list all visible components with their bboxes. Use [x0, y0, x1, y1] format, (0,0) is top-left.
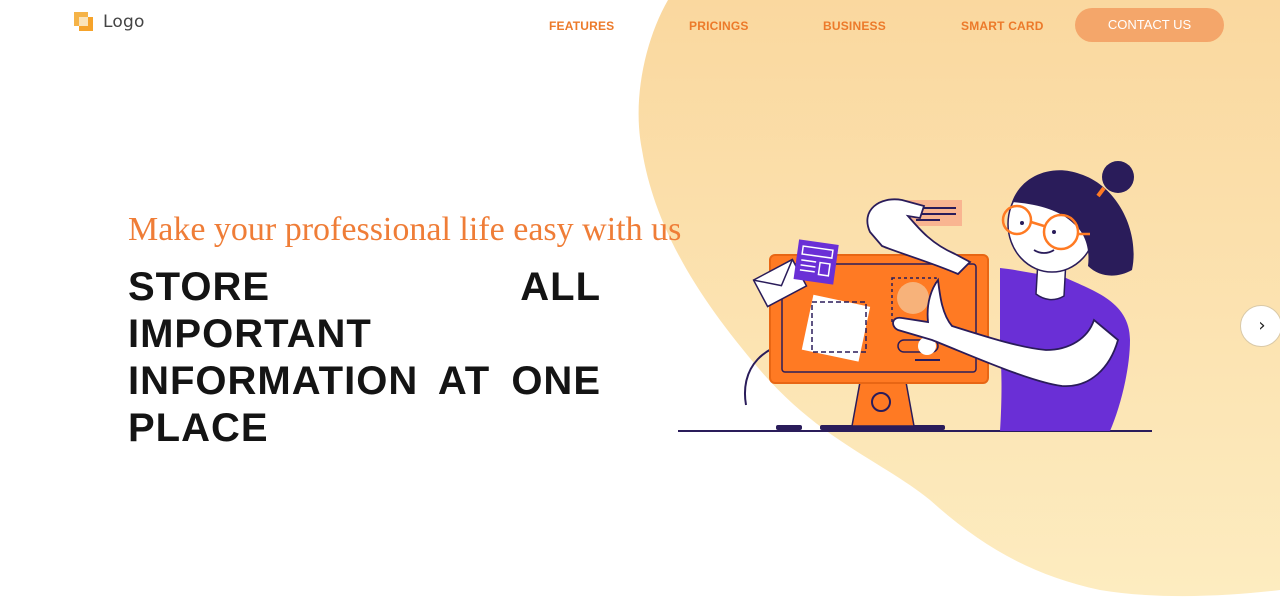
- nav-features[interactable]: FEATURES: [549, 19, 614, 33]
- site-header: Logo FEATURES PRICINGS BUSINESS SMART CA…: [0, 0, 1280, 52]
- contact-us-button[interactable]: CONTACT US: [1075, 8, 1224, 42]
- nav-smart-card[interactable]: SMART CARD: [961, 19, 1044, 33]
- chevron-right-icon: ›: [1258, 315, 1266, 336]
- nav-business[interactable]: BUSINESS: [823, 19, 886, 33]
- carousel-next-button[interactable]: ›: [1240, 305, 1280, 347]
- logo-mark-icon: [74, 12, 93, 31]
- hero-headline: STORE ALL IMPORTANT INFORMATION AT ONE P…: [128, 265, 601, 450]
- logo-text: Logo: [103, 12, 145, 32]
- nav-pricings[interactable]: PRICINGS: [689, 19, 749, 33]
- hero-tagline: Make your professional life easy with us: [128, 211, 682, 248]
- hero-illustration: [678, 161, 1152, 432]
- landing-page: Logo FEATURES PRICINGS BUSINESS SMART CA…: [0, 0, 1280, 599]
- logo-link[interactable]: Logo: [74, 12, 145, 32]
